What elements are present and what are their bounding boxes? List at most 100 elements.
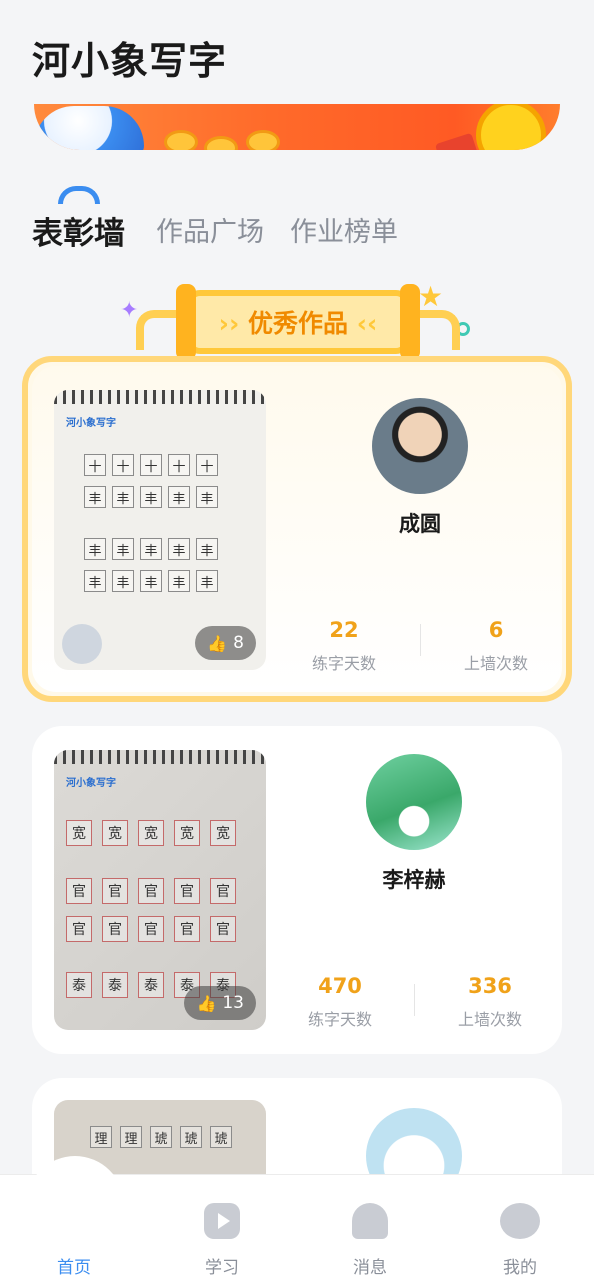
char-grid-row: 丰 丰 丰 丰 丰 (84, 486, 218, 508)
wall-count-label: 上墙次数 (463, 654, 528, 673)
char-cell: 官 (102, 916, 128, 942)
char-cell: 琥 (210, 1126, 232, 1148)
user-avatar[interactable] (366, 754, 462, 850)
char-cell: 宽 (210, 820, 236, 846)
nav-label: 学习 (205, 1258, 239, 1278)
wall-count-value: 6 (488, 618, 504, 642)
ribbon-title-text: 优秀作品 (247, 309, 348, 338)
user-avatar[interactable] (372, 398, 468, 494)
char-cell: 官 (174, 878, 200, 904)
tab-commendation-wall[interactable]: 表彰墙 (32, 208, 125, 253)
likes-count: 8 (233, 633, 244, 653)
char-cell: 泰 (138, 972, 164, 998)
char-cell: 琥 (180, 1126, 202, 1148)
char-cell: 十 (112, 454, 134, 476)
study-icon (204, 1203, 240, 1239)
ticket-icon (434, 132, 480, 150)
char-grid-row: 丰 丰 丰 丰 丰 (84, 570, 218, 592)
nav-study[interactable]: 学习 (172, 1175, 272, 1280)
char-cell: 丰 (112, 538, 134, 560)
char-cell: 丰 (140, 486, 162, 508)
tab-homework-ranking[interactable]: 作业榜单 (290, 210, 398, 249)
char-cell: 丰 (196, 538, 218, 560)
nav-label: 我的 (503, 1258, 537, 1278)
work-card[interactable]: 河小象写字 宽 宽 宽 宽 宽 官 官 官 官 官 官 官 官 官 官 泰 泰 … (32, 726, 562, 1054)
ribbon-title: ›› 优秀作品 ‹‹ (136, 304, 460, 340)
char-cell: 丰 (196, 570, 218, 592)
notebook-rings (54, 390, 266, 404)
char-cell: 官 (66, 916, 92, 942)
app-title: 河小象写字 (32, 39, 228, 83)
char-cell: 十 (84, 454, 106, 476)
paper-brand-label: 河小象写字 (66, 418, 116, 429)
likes-badge[interactable]: 👍 8 (195, 626, 256, 660)
char-cell: 官 (138, 916, 164, 942)
coin-icon (164, 130, 198, 150)
stat-divider (414, 984, 415, 1016)
char-cell: 丰 (112, 570, 134, 592)
practice-days-value: 22 (329, 618, 359, 642)
paper-brand-label: 河小象写字 (66, 778, 116, 789)
char-grid-row: 理 理 琥 琥 琥 (90, 1126, 232, 1148)
coin-icon (246, 130, 280, 150)
char-cell: 丰 (140, 538, 162, 560)
char-cell: 丰 (84, 538, 106, 560)
char-cell: 丰 (168, 538, 190, 560)
chevron-decoration: ‹‹ (356, 309, 378, 338)
char-grid-row: 十 十 十 十 十 (84, 454, 218, 476)
char-cell: 丰 (84, 486, 106, 508)
big-coin-icon (476, 100, 546, 150)
char-cell: 丰 (168, 486, 190, 508)
wall-count-label: 上墙次数 (457, 1010, 522, 1029)
bell-icon (352, 1203, 388, 1239)
char-cell: 宽 (102, 820, 128, 846)
work-photo[interactable]: 河小象写字 宽 宽 宽 宽 宽 官 官 官 官 官 官 官 官 官 官 泰 泰 … (54, 750, 266, 1030)
char-grid-row: 官 官 官 官 官 (66, 878, 236, 904)
char-cell: 十 (196, 454, 218, 476)
char-cell: 丰 (168, 570, 190, 592)
likes-count: 13 (222, 993, 244, 1013)
stat-divider (420, 624, 421, 656)
mascot-sticker (62, 624, 102, 664)
excellent-works-ribbon: ›› 优秀作品 ‹‹ (136, 280, 460, 360)
practice-days-label: 练字天数 (307, 1010, 372, 1029)
char-cell: 官 (138, 878, 164, 904)
char-cell: 官 (210, 916, 236, 942)
work-photo[interactable]: 河小象写字 十 十 十 十 十 丰 丰 丰 丰 丰 丰 丰 丰 丰 丰 丰 丰 … (54, 390, 266, 670)
char-cell: 理 (90, 1126, 112, 1148)
user-name: 成圆 (399, 512, 441, 536)
practice-days-value: 470 (318, 974, 362, 998)
featured-work-card[interactable]: 河小象写字 十 十 十 十 十 丰 丰 丰 丰 丰 丰 丰 丰 丰 丰 丰 丰 … (22, 356, 572, 702)
char-cell: 官 (174, 916, 200, 942)
char-cell: 理 (120, 1126, 142, 1148)
char-cell: 官 (210, 878, 236, 904)
char-cell: 丰 (196, 486, 218, 508)
likes-badge[interactable]: 👍 13 (184, 986, 256, 1020)
char-cell: 泰 (66, 972, 92, 998)
thumbs-up-icon: 👍 (207, 633, 228, 653)
nav-profile[interactable]: 我的 (470, 1175, 570, 1280)
wall-count-value: 336 (468, 974, 512, 998)
char-cell: 宽 (66, 820, 92, 846)
char-cell: 十 (140, 454, 162, 476)
active-tab-indicator (58, 186, 100, 204)
char-cell: 十 (168, 454, 190, 476)
char-cell: 丰 (112, 486, 134, 508)
mascot-illustration (34, 106, 144, 150)
char-grid-row: 宽 宽 宽 宽 宽 (66, 820, 236, 846)
nav-label: 首页 (57, 1258, 91, 1278)
char-grid-row: 丰 丰 丰 丰 丰 (84, 538, 218, 560)
nav-label: 消息 (353, 1258, 387, 1278)
tab-works-square[interactable]: 作品广场 (156, 210, 264, 249)
practice-days-label: 练字天数 (311, 654, 376, 673)
char-cell: 丰 (84, 570, 106, 592)
char-cell: 宽 (174, 820, 200, 846)
app-header: 河小象写字 (0, 0, 594, 104)
char-cell: 丰 (140, 570, 162, 592)
profile-icon (500, 1203, 540, 1239)
chevron-decoration: ›› (218, 309, 240, 338)
char-cell: 官 (66, 878, 92, 904)
char-cell: 泰 (102, 972, 128, 998)
char-cell: 琥 (150, 1126, 172, 1148)
nav-messages[interactable]: 消息 (320, 1175, 420, 1280)
